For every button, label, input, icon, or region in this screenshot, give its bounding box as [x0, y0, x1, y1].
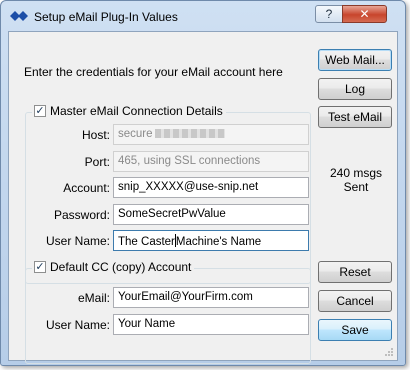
cc-checkbox-row[interactable]: ✓ Default CC (copy) Account [32, 260, 195, 274]
cc-username-label: User Name: [45, 318, 110, 332]
cc-email-label: eMail: [77, 291, 110, 305]
dialog-window: Setup eMail Plug-In Values ? ✕ Enter the… [0, 0, 406, 366]
redacted-host [154, 129, 225, 139]
username-label: User Name: [45, 234, 110, 248]
test-email-button[interactable]: Test eMail [318, 106, 392, 128]
cc-email-field[interactable]: YourEmail@YourFirm.com [113, 287, 309, 308]
messages-sent-status: 240 msgs Sent [329, 166, 383, 194]
save-button[interactable]: Save [318, 319, 392, 341]
cc-checkbox[interactable]: ✓ [34, 261, 46, 273]
master-connection-group: ✓ Master eMail Connection Details Host: … [25, 104, 311, 284]
port-label: Port: [84, 155, 110, 169]
host-field[interactable]: secure [113, 124, 309, 145]
cc-username-field[interactable]: Your Name [113, 314, 309, 335]
log-button[interactable]: Log [318, 78, 392, 100]
password-label: Password: [53, 208, 110, 222]
app-icon [10, 11, 28, 21]
cc-checkbox-label: Default CC (copy) Account [50, 260, 192, 274]
username-text-after: Machine's Name [175, 236, 262, 248]
username-field[interactable]: The CasterMachine's Name [113, 230, 309, 251]
host-label: Host: [81, 128, 110, 142]
port-field[interactable]: 465, using SSL connections [113, 151, 309, 172]
window-title: Setup eMail Plug-In Values [34, 10, 178, 24]
username-text-before: The Caster [118, 236, 175, 248]
web-mail-button[interactable]: Web Mail... [318, 49, 392, 71]
password-field[interactable]: SomeSecretPwValue [113, 204, 309, 225]
cancel-button[interactable]: Cancel [318, 290, 392, 312]
resize-grip-icon[interactable] [384, 347, 394, 357]
account-field[interactable]: snip_XXXXX@use-snip.net [113, 177, 309, 198]
cc-account-group: ✓ Default CC (copy) Account eMail: YourE… [25, 260, 311, 364]
title-bar[interactable]: Setup eMail Plug-In Values ? ✕ [1, 1, 405, 31]
master-checkbox[interactable]: ✓ [34, 105, 46, 117]
master-checkbox-row[interactable]: ✓ Master eMail Connection Details [32, 104, 226, 118]
close-button[interactable]: ✕ [342, 5, 387, 23]
intro-text: Enter the credentials for your eMail acc… [24, 65, 283, 79]
host-value: secure [118, 128, 153, 140]
reset-button[interactable]: Reset [318, 261, 392, 283]
dialog-body: Enter the credentials for your eMail acc… [8, 31, 398, 364]
master-checkbox-label: Master eMail Connection Details [50, 104, 223, 118]
account-label: Account: [63, 181, 110, 195]
help-button[interactable]: ? [315, 5, 343, 23]
